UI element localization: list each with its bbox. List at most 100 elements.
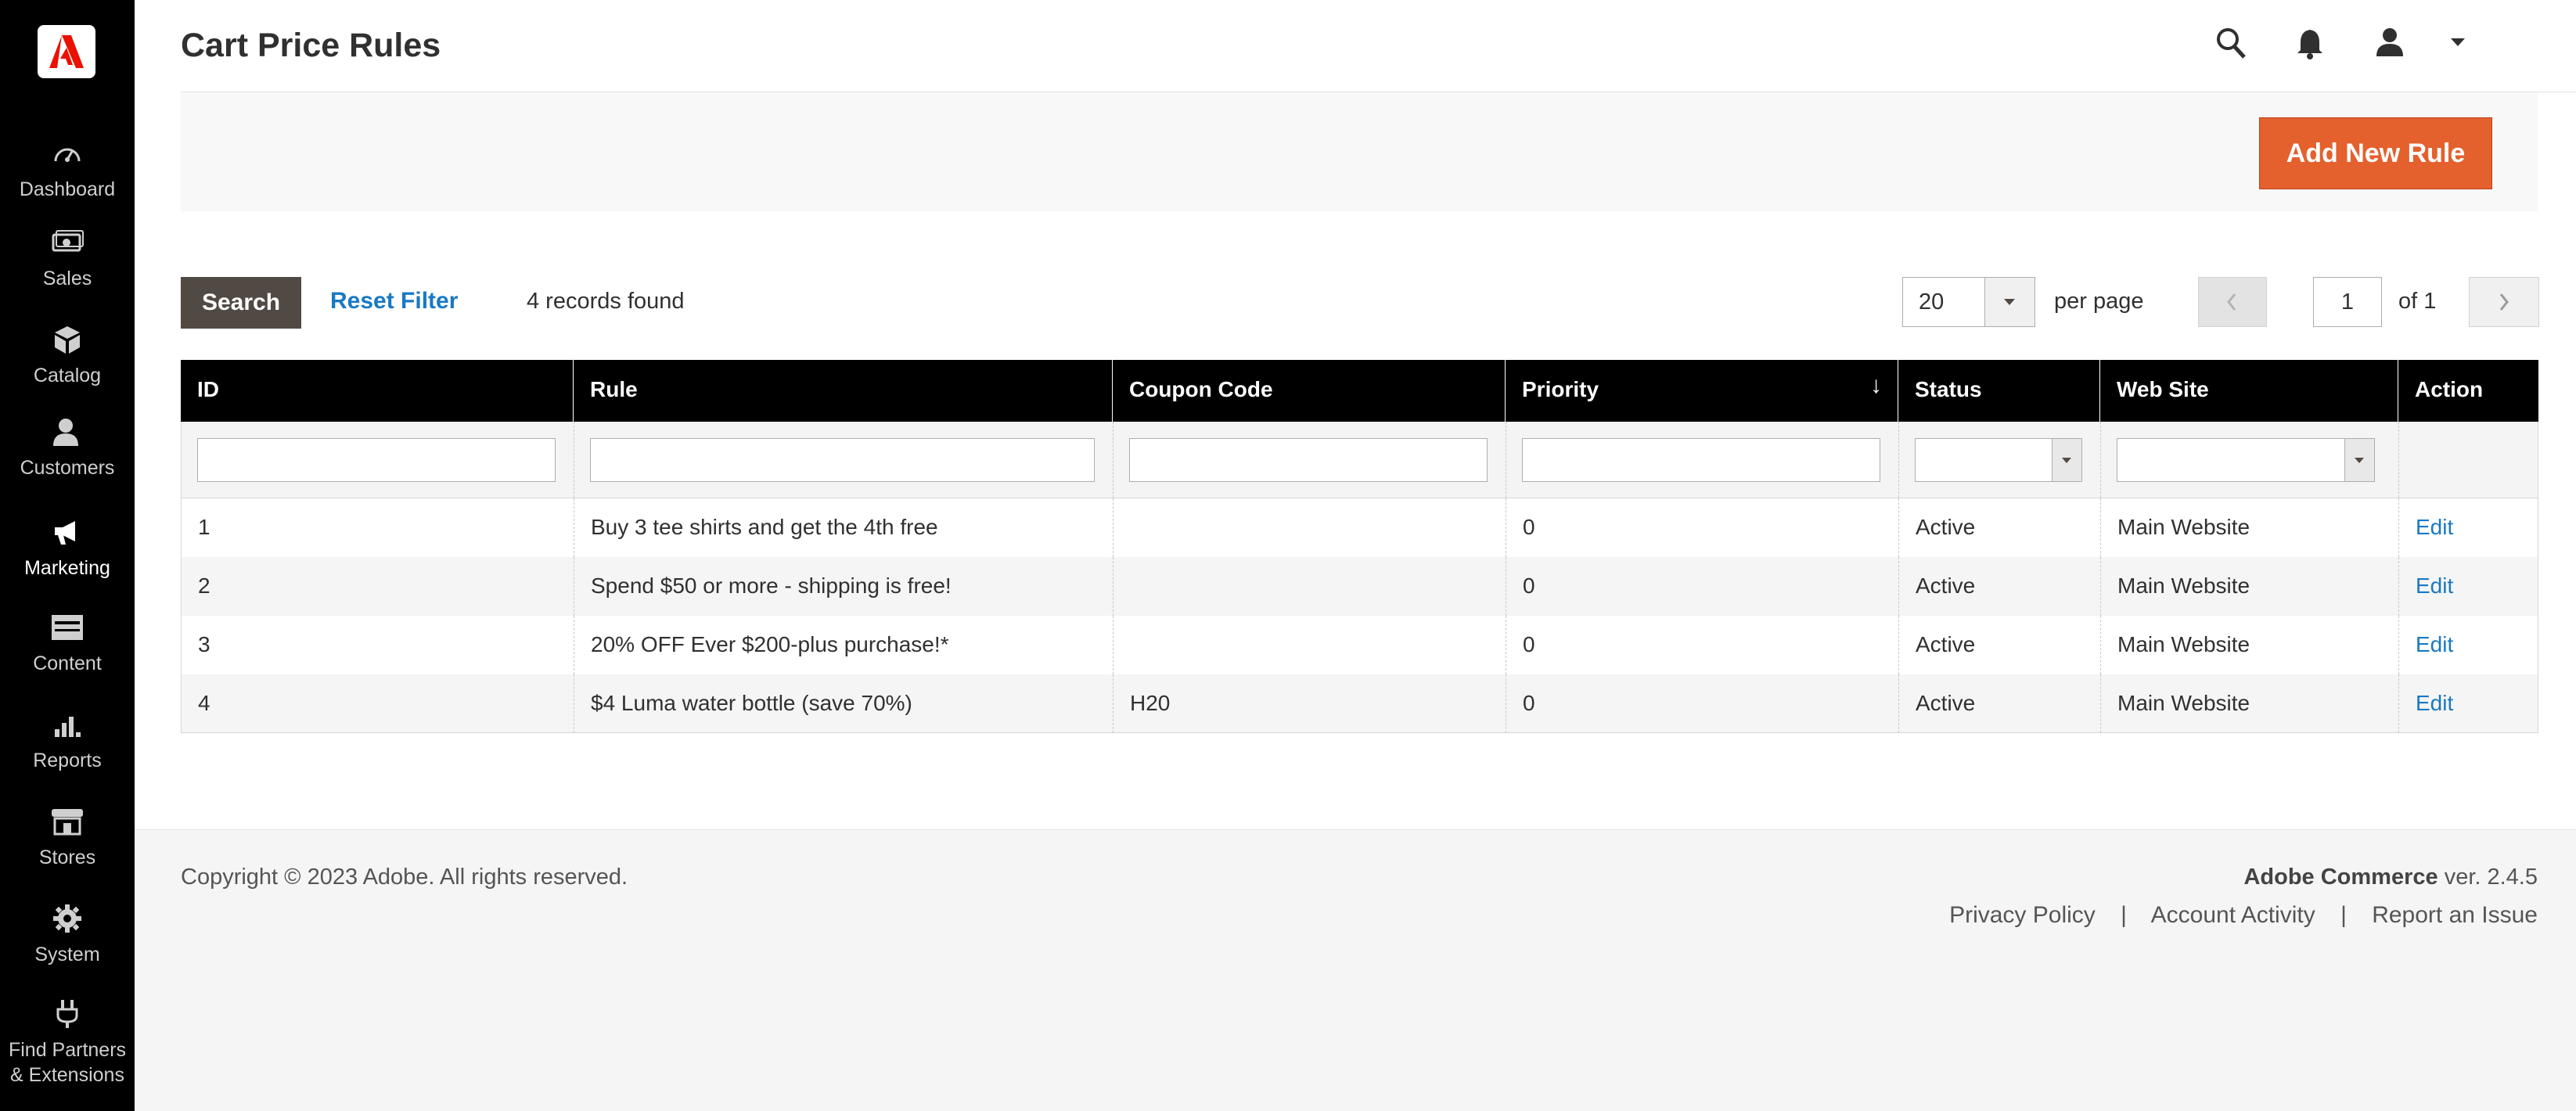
sidebar-item-label: Stores <box>38 847 96 868</box>
sales-icon <box>0 227 135 261</box>
customers-icon <box>0 416 135 451</box>
edit-link[interactable]: Edit <box>2399 616 2538 674</box>
search-button[interactable]: Search <box>181 277 301 329</box>
grid-filter-row <box>181 422 2538 498</box>
content-icon <box>0 612 135 646</box>
product-name: Adobe Commerce <box>2243 865 2438 890</box>
column-header-coupon-code[interactable]: Coupon Code <box>1113 360 1506 422</box>
chevron-left-icon <box>2227 293 2236 311</box>
sidebar-item-extensions[interactable]: Find Partners & Extensions <box>0 998 135 1088</box>
bell-icon[interactable] <box>2296 27 2324 65</box>
sort-arrow-icon: ↓ <box>1870 372 1882 398</box>
sidebar-item-label: Content <box>33 653 102 674</box>
cell-status: Active <box>1899 498 2101 557</box>
search-icon[interactable] <box>2215 27 2247 63</box>
cell-priority: 0 <box>1506 674 1899 733</box>
sidebar-item-label: System <box>34 944 100 965</box>
user-icon[interactable] <box>2374 27 2405 62</box>
edit-link[interactable]: Edit <box>2399 557 2538 616</box>
report-issue-link[interactable]: Report an Issue <box>2372 902 2538 928</box>
table-row[interactable]: 2 Spend $50 or more - shipping is free! … <box>181 557 2538 616</box>
column-header-id[interactable]: ID <box>181 360 574 422</box>
gear-icon <box>0 903 135 937</box>
page-number-input[interactable]: 1 <box>2313 277 2382 327</box>
sidebar-item-catalog[interactable]: Catalog <box>0 324 135 388</box>
chevron-down-icon[interactable] <box>1984 278 2035 326</box>
filter-cell <box>1506 422 1899 498</box>
sidebar-item-customers[interactable]: Customers <box>0 416 135 480</box>
filter-rule-input[interactable] <box>590 438 1095 482</box>
cell-status: Active <box>1899 616 2101 674</box>
adobe-logo-icon <box>49 35 84 68</box>
sidebar-item-dashboard[interactable]: Dashboard <box>0 138 135 202</box>
page-title: Cart Price Rules <box>181 27 441 64</box>
privacy-policy-link[interactable]: Privacy Policy <box>1949 902 2096 928</box>
column-header-action: Action <box>2415 377 2484 401</box>
previous-page-button[interactable] <box>2198 277 2267 327</box>
cell-status: Active <box>1899 557 2101 616</box>
adobe-logo[interactable] <box>38 25 95 78</box>
main-content: Add New Rule Search Reset Filter 4 recor… <box>135 92 2576 829</box>
column-header-status[interactable]: Status <box>1898 360 2100 422</box>
account-activity-link[interactable]: Account Activity <box>2151 902 2315 928</box>
page-actions-bar: Add New Rule <box>181 92 2538 211</box>
per-page-label: per page <box>2054 289 2144 314</box>
filter-cell <box>2101 422 2399 498</box>
cell-id: 3 <box>182 616 574 674</box>
sidebar-item-content[interactable]: Content <box>0 612 135 676</box>
reports-icon <box>0 709 135 743</box>
filter-coupon-input[interactable] <box>1129 438 1488 482</box>
table-row[interactable]: 3 20% OFF Ever $200-plus purchase!* 0 Ac… <box>181 616 2538 674</box>
extensions-icon <box>0 998 135 1033</box>
cell-id: 1 <box>182 498 574 557</box>
filter-id-input[interactable] <box>197 438 556 482</box>
cell-rule: Buy 3 tee shirts and get the 4th free <box>574 498 1114 557</box>
marketing-icon <box>0 516 135 551</box>
sidebar-item-sales[interactable]: Sales <box>0 227 135 291</box>
column-header-priority[interactable]: Priority ↓ <box>1506 360 1898 422</box>
chevron-down-icon[interactable] <box>2451 38 2465 52</box>
catalog-icon <box>0 324 135 358</box>
column-header-website[interactable]: Web Site <box>2100 360 2398 422</box>
cell-website: Main Website <box>2101 674 2399 733</box>
sidebar-item-label: Catalog <box>33 365 102 387</box>
per-page-value: 20 <box>1919 289 1945 315</box>
table-row[interactable]: 4 $4 Luma water bottle (save 70%) H20 0 … <box>181 674 2538 733</box>
page-footer: Copyright © 2023 Adobe. All rights reser… <box>135 829 2576 1111</box>
records-found-text: 4 records found <box>527 289 685 314</box>
filter-cell <box>1114 422 1506 498</box>
sidebar-item-label: Marketing <box>24 557 110 579</box>
rules-grid: ID Rule Coupon Code Priority ↓ Status We… <box>181 360 2538 733</box>
add-new-rule-button[interactable]: Add New Rule <box>2259 117 2492 189</box>
filter-website-select[interactable] <box>2117 438 2375 482</box>
sidebar-item-marketing[interactable]: Marketing <box>0 516 135 581</box>
cell-status: Active <box>1899 674 2101 733</box>
filter-cell <box>1899 422 2101 498</box>
sidebar-item-stores[interactable]: Stores <box>0 806 135 870</box>
sidebar-item-label: Sales <box>42 268 92 289</box>
next-page-button[interactable] <box>2469 277 2539 327</box>
cell-priority: 0 <box>1506 557 1899 616</box>
copyright-text: Copyright © 2023 Adobe. All rights reser… <box>181 865 628 890</box>
sidebar-item-label: Find Partners <box>8 1039 127 1061</box>
edit-link[interactable]: Edit <box>2399 498 2538 557</box>
sidebar-item-label: Dashboard <box>19 178 116 200</box>
footer-separator: | <box>2340 902 2347 928</box>
edit-link[interactable]: Edit <box>2399 674 2538 733</box>
reset-filter-link[interactable]: Reset Filter <box>330 288 458 315</box>
chevron-down-icon[interactable] <box>2052 439 2081 481</box>
chevron-down-icon[interactable] <box>2344 439 2374 481</box>
sidebar-item-reports[interactable]: Reports <box>0 709 135 773</box>
sidebar-item-system[interactable]: System <box>0 903 135 967</box>
sidebar-item-label-2: & Extensions <box>10 1064 124 1086</box>
cell-coupon <box>1114 557 1506 616</box>
grid-header-row: ID Rule Coupon Code Priority ↓ Status We… <box>181 360 2538 422</box>
column-header-rule[interactable]: Rule <box>574 360 1113 422</box>
per-page-select[interactable]: 20 <box>1902 277 2035 327</box>
table-row[interactable]: 1 Buy 3 tee shirts and get the 4th free … <box>181 498 2538 557</box>
filter-priority-input[interactable] <box>1522 438 1880 482</box>
cell-priority: 0 <box>1506 616 1899 674</box>
filter-status-select[interactable] <box>1915 438 2082 482</box>
cell-website: Main Website <box>2101 498 2399 557</box>
footer-links: Privacy Policy | Account Activity | Repo… <box>1949 902 2538 929</box>
